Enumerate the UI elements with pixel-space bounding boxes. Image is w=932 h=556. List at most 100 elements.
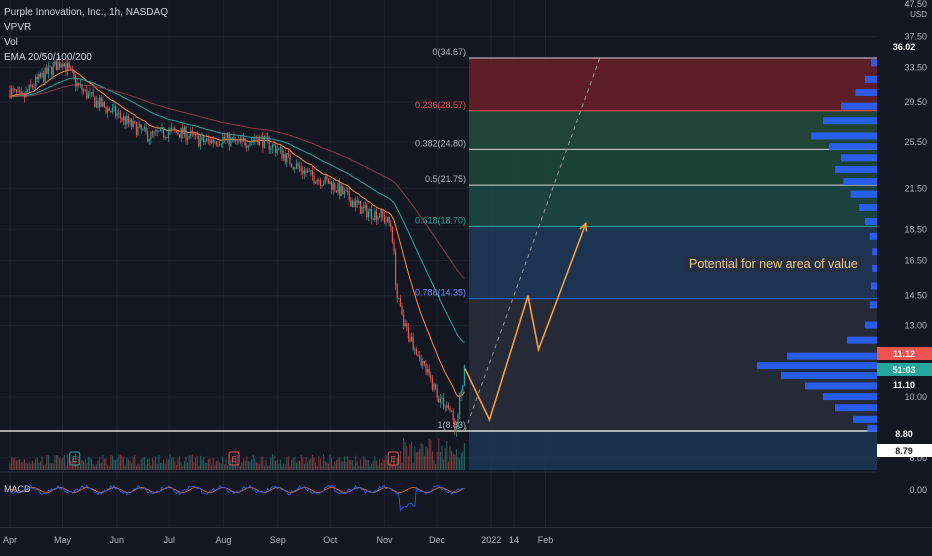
- volume-bar: [289, 465, 291, 470]
- candle-body: [342, 186, 344, 195]
- candle-body: [9, 90, 11, 98]
- volume-bar: [383, 459, 385, 470]
- volume-bar: [233, 465, 235, 470]
- candle-body: [299, 166, 301, 168]
- candle-body: [111, 107, 113, 112]
- earnings-marker-label: E: [391, 455, 396, 464]
- volume-bar: [273, 455, 275, 470]
- candle-body: [451, 410, 453, 412]
- chart-canvas[interactable]: 0(34.67) 0.236(28.57) 0.382(24.80) 0.5(21.7…: [0, 0, 932, 550]
- volume-bar: [436, 451, 438, 470]
- volume-bar: [260, 456, 262, 470]
- candle-body: [390, 223, 392, 228]
- volume-bar: [404, 442, 406, 470]
- volume-bar: [15, 460, 17, 470]
- candle-body: [436, 387, 438, 398]
- candle-body: [459, 395, 461, 415]
- volume-bar: [169, 454, 171, 470]
- candle-body: [124, 116, 126, 125]
- candle-body: [121, 117, 123, 121]
- volume-bar: [51, 463, 53, 470]
- volume-bar: [196, 456, 198, 470]
- candle-body: [156, 130, 158, 132]
- volume-bar: [46, 454, 48, 470]
- candle-body: [25, 91, 27, 98]
- price-scale[interactable]: 47.50 37.50 33.50 29.50 25.50 21.50 18.50 16.50…: [849, 0, 932, 527]
- x-tick-label: 14: [509, 535, 519, 545]
- price-tag-value: 11.10: [893, 380, 915, 390]
- volume-bar: [108, 465, 110, 470]
- volume-bar: [361, 465, 363, 470]
- volume-bar: [300, 454, 302, 470]
- candle-body: [463, 365, 465, 386]
- volume-bar: [118, 454, 120, 470]
- volume-bar: [423, 455, 425, 470]
- candle-body: [222, 137, 224, 145]
- candle-body: [334, 183, 336, 191]
- volume-bar: [455, 449, 457, 470]
- y-tick-label: 16.50: [904, 255, 927, 265]
- volume-bar: [246, 455, 248, 470]
- volume-bar: [412, 463, 414, 470]
- volume-bar: [351, 460, 353, 470]
- candle-body: [246, 145, 248, 148]
- volume-bar: [297, 461, 299, 470]
- candle-body: [439, 399, 441, 403]
- volume-bar: [105, 458, 107, 470]
- volume-bar: [84, 459, 86, 470]
- candle-body: [175, 130, 177, 133]
- candle-body: [297, 163, 299, 167]
- candle-body: [359, 201, 361, 214]
- candle-body: [126, 116, 128, 125]
- candle-body: [220, 144, 222, 145]
- volume-bar: [161, 462, 163, 470]
- candle-body: [382, 209, 384, 216]
- volume-bar: [459, 459, 461, 470]
- indicator-ema[interactable]: EMA 20/50/100/200: [4, 50, 168, 65]
- candle-body: [446, 405, 448, 408]
- candle-body: [105, 106, 107, 113]
- volume-bar: [174, 461, 176, 470]
- volume-bar: [279, 459, 281, 470]
- candle-body: [431, 378, 433, 390]
- volume-bar: [278, 463, 280, 470]
- symbol-title[interactable]: Purple Innovation, Inc., 1h, NASDAQ: [4, 5, 168, 20]
- candle-body: [326, 176, 328, 180]
- candle-body: [340, 186, 342, 196]
- candle-body: [27, 91, 29, 92]
- candle-body: [310, 170, 312, 172]
- time-axis[interactable]: Apr May Jun Jul Aug Sep Oct Nov Dec 2022 14 Feb: [0, 527, 932, 550]
- volume-bar: [385, 454, 387, 470]
- indicator-vpvr[interactable]: VPVR: [4, 20, 168, 35]
- volume-bar: [159, 462, 161, 470]
- candle-body: [323, 183, 325, 186]
- volume-bar: [343, 456, 345, 470]
- volume-bar: [345, 461, 347, 470]
- volume-bar: [185, 456, 187, 470]
- volume-bar: [131, 463, 133, 470]
- volume-bar: [377, 464, 379, 470]
- earnings-marker-label: E: [231, 455, 236, 464]
- candle-body: [81, 84, 83, 91]
- candle-body: [118, 112, 120, 114]
- candle-body: [348, 191, 350, 201]
- fib-zone-extension: [469, 431, 892, 470]
- y-tick-label: 29.50: [904, 97, 927, 107]
- candle-body: [243, 138, 245, 140]
- indicator-vol[interactable]: Vol: [4, 35, 168, 50]
- candle-body: [147, 131, 149, 142]
- candle-body: [235, 139, 237, 142]
- chart-legend: Purple Innovation, Inc., 1h, NASDAQ VPVR…: [4, 5, 168, 65]
- candle-body: [247, 146, 249, 148]
- candle-body: [430, 375, 432, 379]
- volume-bar: [399, 451, 401, 470]
- volume-bar: [265, 459, 267, 470]
- candle-body: [315, 183, 317, 184]
- volume-bar: [275, 460, 277, 470]
- volume-bar: [366, 459, 368, 470]
- candle-body: [391, 227, 393, 243]
- annotation-text[interactable]: Potential for new area of value: [686, 256, 861, 272]
- volume-bar: [38, 462, 40, 470]
- candle-body: [28, 84, 30, 92]
- volume-bar: [79, 463, 81, 470]
